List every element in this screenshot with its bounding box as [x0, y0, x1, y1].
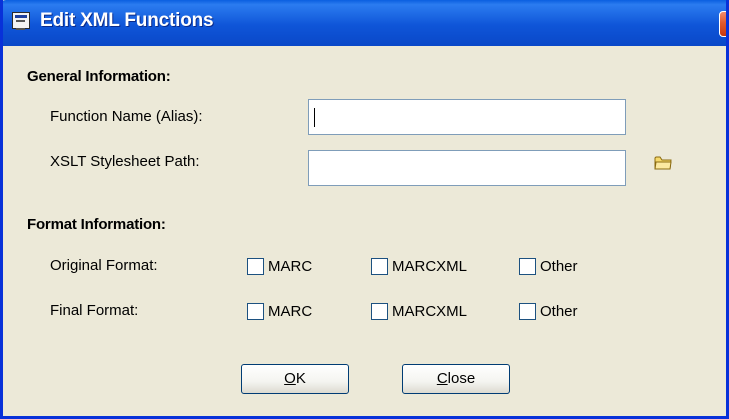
function-name-input[interactable]	[308, 99, 626, 135]
function-name-label: Function Name (Alias):	[50, 108, 203, 125]
window-title: Edit XML Functions	[40, 10, 214, 31]
folder-icon[interactable]	[654, 155, 672, 170]
window-app-icon	[12, 12, 30, 30]
original-format-label: Original Format:	[50, 257, 158, 274]
close-mnemonic: C	[436, 370, 448, 387]
final-marc-label: MARC	[268, 303, 313, 320]
xslt-path-input[interactable]	[308, 150, 626, 186]
format-information-heading: Format Information:	[27, 216, 166, 233]
title-bar[interactable]: Edit XML Functions ✕	[3, 0, 726, 46]
final-marc-checkbox-group[interactable]: MARC	[247, 303, 312, 320]
text-caret	[314, 108, 315, 127]
xslt-path-label: XSLT Stylesheet Path:	[50, 153, 200, 170]
ok-label-rest: K	[295, 370, 306, 387]
original-other-label: Other	[540, 258, 578, 275]
final-marc-checkbox[interactable]	[247, 303, 264, 320]
original-other-checkbox[interactable]	[519, 258, 536, 275]
edit-xml-functions-dialog: Edit XML Functions ✕ General Information…	[0, 0, 729, 419]
final-other-checkbox[interactable]	[519, 303, 536, 320]
ok-mnemonic: O	[284, 370, 296, 387]
close-window-button[interactable]: ✕	[719, 11, 726, 37]
original-marc-checkbox-group[interactable]: MARC	[247, 258, 312, 275]
ok-button[interactable]: OK	[241, 364, 349, 394]
original-marc-checkbox[interactable]	[247, 258, 264, 275]
original-marcxml-label: MARCXML	[392, 258, 468, 275]
original-other-checkbox-group[interactable]: Other	[519, 258, 578, 275]
original-marcxml-checkbox-group[interactable]: MARCXML	[371, 258, 467, 275]
original-marcxml-checkbox[interactable]	[371, 258, 388, 275]
original-marc-label: MARC	[268, 258, 313, 275]
final-marcxml-checkbox-group[interactable]: MARCXML	[371, 303, 467, 320]
final-other-label: Other	[540, 303, 578, 320]
final-format-label: Final Format:	[50, 302, 139, 319]
final-marcxml-label: MARCXML	[392, 303, 468, 320]
close-label-rest: lose	[447, 370, 476, 387]
close-button[interactable]: Close	[402, 364, 510, 394]
final-marcxml-checkbox[interactable]	[371, 303, 388, 320]
general-information-heading: General Information:	[27, 68, 171, 85]
final-other-checkbox-group[interactable]: Other	[519, 303, 578, 320]
